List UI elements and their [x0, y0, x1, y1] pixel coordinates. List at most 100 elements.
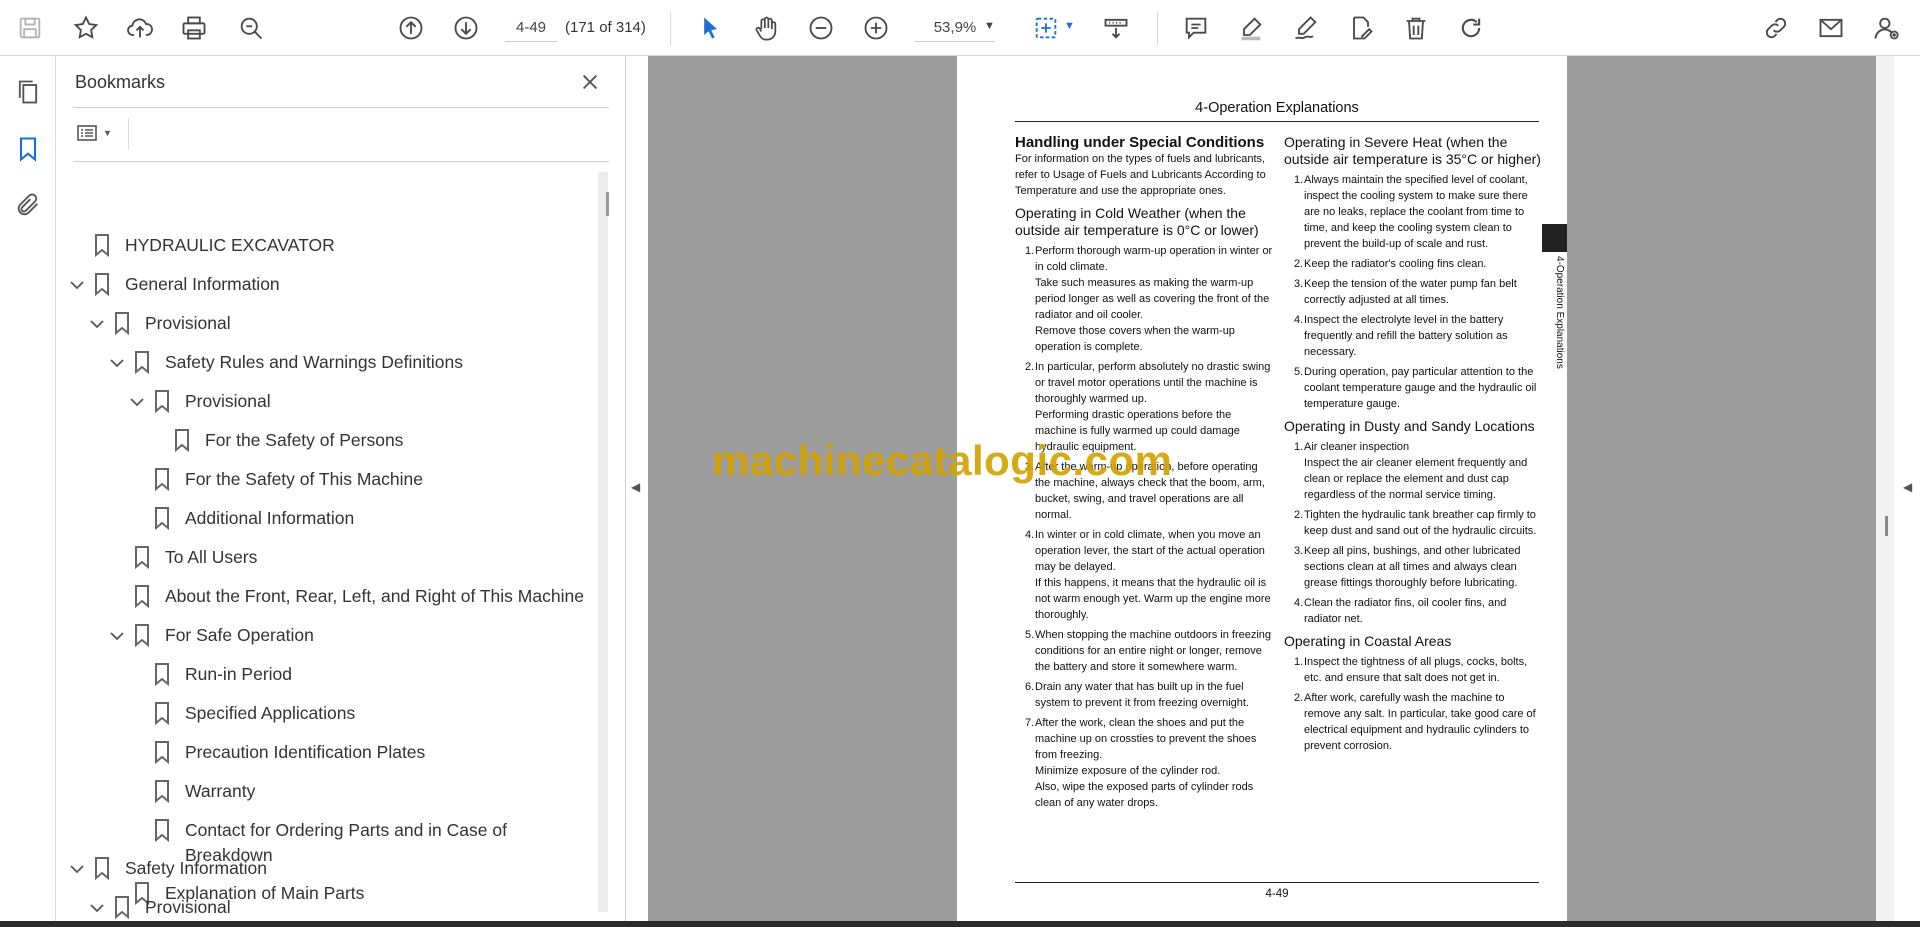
chevron-down-icon[interactable] — [109, 626, 125, 642]
list-text: After the work, clean the shoes and put … — [1035, 717, 1257, 761]
sign-icon[interactable] — [1290, 12, 1322, 44]
document-scrollbar[interactable] — [1876, 56, 1894, 922]
bookmark-flag-icon — [133, 545, 151, 570]
bookmark-flag-icon — [153, 701, 171, 726]
bookmark-label: To All Users — [165, 547, 258, 567]
share-link-icon[interactable] — [1760, 12, 1792, 44]
chevron-down-icon[interactable] — [109, 353, 125, 369]
chevron-down-icon[interactable] — [89, 314, 105, 330]
list-item: 1. Perform thorough warm-up operation in … — [1025, 243, 1273, 275]
bookmark-label: HYDRAULIC EXCAVATOR — [125, 235, 335, 255]
delete-icon[interactable] — [1400, 12, 1432, 44]
bookmark-label: Provisional — [185, 391, 271, 411]
bookmark-label: For the Safety of This Machine — [185, 469, 423, 489]
chevron-down-icon[interactable] — [129, 392, 145, 408]
list-item: 5. When stopping the machine outdoors in … — [1025, 627, 1273, 675]
bookmark-flag-icon — [93, 272, 111, 297]
bookmark-flag-icon — [93, 233, 111, 258]
list-item: 3. Keep the tension of the water pump fan… — [1294, 276, 1542, 308]
coastal-heading: Operating in Coastal Areas — [1284, 633, 1452, 649]
list-text: Keep all pins, bushings, and other lubri… — [1304, 545, 1521, 589]
close-icon[interactable] — [576, 68, 604, 96]
dusty-list: 1. Air cleaner inspection Inspect the air … — [1284, 439, 1542, 627]
divider — [73, 161, 609, 162]
list-item: 2. In particular, perform absolutely no d… — [1025, 359, 1273, 407]
fit-dropdown-icon[interactable]: ▼ — [1064, 20, 1075, 32]
list-item: 5. During operation, pay particular atten… — [1294, 364, 1542, 412]
attachments-icon[interactable] — [12, 189, 44, 221]
list-number: 1. — [1025, 245, 1035, 257]
panel-title: Bookmarks — [75, 72, 166, 92]
divider — [128, 118, 129, 150]
bookmark-flag-icon — [113, 895, 131, 920]
account-icon[interactable] — [1870, 12, 1902, 44]
bookmarks-icon[interactable] — [12, 133, 44, 165]
list-text: Drain any water that has built up in the… — [1035, 681, 1249, 709]
save-icon[interactable] — [14, 12, 46, 44]
bookmark-label: Contact for Ordering Parts and in Case o… — [185, 820, 507, 840]
list-number: 1. — [1294, 441, 1304, 453]
page-number-input[interactable] — [505, 14, 557, 42]
next-page-icon[interactable] — [450, 12, 482, 44]
email-icon[interactable] — [1815, 12, 1847, 44]
taskbar-edge — [0, 921, 1920, 927]
section-title: Handling under Special Conditions — [1015, 134, 1265, 151]
list-subparagraph: Remove those covers when the warm-up ope… — [1035, 325, 1235, 353]
list-text: Keep the radiator's cooling fins clean. — [1304, 258, 1487, 270]
severe-heat-heading: Operating in Severe Heat (when the outsi… — [1284, 134, 1541, 167]
select-cursor-icon[interactable] — [694, 12, 726, 44]
previous-page-icon[interactable] — [395, 12, 427, 44]
chevron-down-icon[interactable] — [69, 859, 85, 875]
print-icon[interactable] — [178, 12, 210, 44]
page-thumbnails-icon[interactable] — [12, 76, 44, 108]
highlight-icon[interactable] — [1235, 12, 1267, 44]
document-scroll-thumb[interactable] — [1885, 516, 1888, 536]
zoom-out-icon[interactable] — [805, 12, 837, 44]
star-icon[interactable] — [70, 12, 102, 44]
search-icon[interactable] — [235, 12, 267, 44]
list-text: Keep the tension of the water pump fan b… — [1304, 278, 1517, 306]
coastal-list: 1. Inspect the tightness of all plugs, co… — [1284, 654, 1542, 754]
scroll-mode-icon[interactable] — [1100, 12, 1132, 44]
edit-pdf-icon[interactable] — [1345, 12, 1377, 44]
bookmark-options-button[interactable]: ▼ — [75, 118, 119, 148]
list-text: Perform thorough warm-up operation in wi… — [1035, 245, 1273, 273]
rotate-icon[interactable] — [1455, 12, 1487, 44]
bookmark-flag-icon — [133, 623, 151, 648]
chevron-down-icon[interactable] — [89, 898, 105, 914]
upload-cloud-icon[interactable] — [124, 12, 156, 44]
bookmarks-scroll-thumb[interactable] — [606, 192, 609, 216]
right-column: Operating in Severe Heat (when the outsi… — [1284, 134, 1542, 754]
page-header: 4-Operation Explanations — [1195, 100, 1359, 116]
bookmark-label: Safety Information — [125, 858, 268, 878]
list-number: 3. — [1294, 545, 1304, 557]
zoom-dropdown-icon[interactable]: ▼ — [984, 20, 995, 32]
list-number: 7. — [1025, 717, 1035, 729]
fit-page-icon[interactable] — [1030, 12, 1062, 44]
section-tab-label: 4-Operation Explanations — [1554, 256, 1565, 369]
chevron-down-icon[interactable] — [69, 275, 85, 291]
bookmarks-scrollbar[interactable] — [598, 172, 608, 912]
list-subparagraph: Take such measures as making the warm-up… — [1035, 277, 1270, 321]
cold-weather-heading: Operating in Cold Weather (when the outs… — [1015, 205, 1259, 238]
list-text: Inspect the tightness of all plugs, cock… — [1304, 656, 1528, 684]
collapse-panel-left-icon[interactable]: ◀ — [631, 480, 640, 494]
list-item: 4. Inspect the electrolyte level in the b… — [1294, 312, 1542, 360]
zoom-level-input[interactable] — [915, 14, 995, 42]
hand-tool-icon[interactable] — [750, 12, 782, 44]
list-number: 2. — [1294, 509, 1304, 521]
list-number: 3. — [1294, 278, 1304, 290]
expand-panel-right-icon[interactable]: ◀ — [1903, 480, 1912, 494]
list-subparagraph: If this happens, it means that the hydra… — [1035, 577, 1271, 621]
list-number: 5. — [1294, 366, 1304, 378]
bookmark-flag-icon — [113, 311, 131, 336]
list-subparagraph: Also, wipe the exposed parts of cylinder… — [1035, 781, 1254, 809]
chevron-down-icon: ▼ — [103, 128, 112, 138]
zoom-in-icon[interactable] — [860, 12, 892, 44]
list-number: 4. — [1025, 529, 1035, 541]
list-number: 5. — [1025, 629, 1035, 641]
severe-heat-list: 1. Always maintain the specified level of… — [1284, 172, 1542, 412]
comment-icon[interactable] — [1180, 12, 1212, 44]
bookmark-label: Additional Information — [185, 508, 355, 528]
list-number: 4. — [1294, 314, 1304, 326]
